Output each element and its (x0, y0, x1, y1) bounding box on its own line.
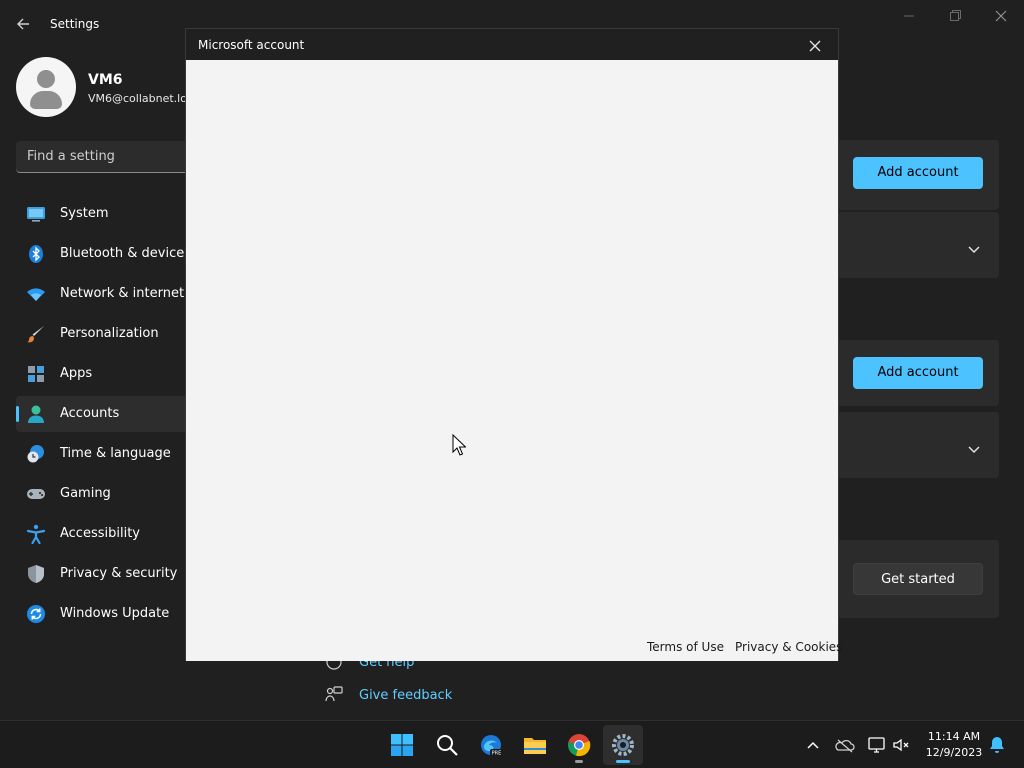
restore-icon[interactable] (943, 8, 967, 26)
clock-date: 12/9/2023 (925, 746, 983, 759)
sidebar-item-system[interactable]: System (16, 196, 196, 232)
sidebar-item-time-language[interactable]: Time & language (16, 436, 196, 472)
mouse-cursor-icon (452, 433, 467, 456)
notification-bell-icon[interactable] (987, 735, 1007, 755)
privacy-cookies-link[interactable]: Privacy & Cookies (735, 640, 842, 654)
sidebar-item-label: Time & language (60, 446, 171, 461)
sidebar-item-label: Apps (60, 366, 93, 381)
shield-icon (26, 564, 46, 584)
microsoft-account-dialog: Microsoft account Terms of Use Privacy &… (185, 28, 842, 661)
sidebar-item-bluetooth[interactable]: Bluetooth & devices (16, 236, 196, 272)
get-started-button[interactable]: Get started (853, 563, 983, 595)
clock-time: 11:14 AM (927, 730, 981, 743)
sidebar-item-personalization[interactable]: Personalization (16, 316, 196, 352)
sidebar-item-label: System (60, 206, 109, 221)
app-title: Settings (50, 17, 100, 31)
edge-beta-icon: PRE (481, 735, 503, 757)
pre-badge-icon: PRE (492, 751, 502, 757)
terms-of-use-link[interactable]: Terms of Use (647, 640, 724, 654)
sidebar-item-label: Gaming (60, 486, 111, 501)
taskbar-settings[interactable] (603, 725, 643, 765)
dialog-content (186, 60, 838, 661)
chevron-up-icon[interactable] (803, 735, 823, 755)
chevron-down-icon[interactable] (967, 440, 981, 454)
give-feedback-link[interactable]: Give feedback (359, 688, 452, 703)
volume-muted-icon[interactable] (891, 735, 911, 755)
sidebar-item-label: Privacy & security (60, 566, 178, 581)
settings-gear-icon (612, 734, 634, 756)
minimize-icon[interactable] (897, 8, 921, 26)
taskbar-file-explorer[interactable] (515, 725, 555, 765)
user-email: VM6@collabnet.lo (88, 92, 187, 105)
sidebar-item-privacy[interactable]: Privacy & security (16, 556, 196, 592)
apps-icon (26, 364, 46, 384)
start-button[interactable] (382, 725, 422, 765)
sidebar-item-label: Personalization (60, 326, 159, 341)
close-window-icon[interactable] (989, 8, 1013, 26)
sidebar-item-label: Accounts (60, 406, 120, 421)
search-icon (437, 735, 458, 756)
onedrive-icon[interactable] (835, 735, 855, 755)
sidebar-item-label: Network & internet (60, 286, 185, 301)
user-name: VM6 (88, 72, 123, 88)
add-account-button[interactable]: Add account (853, 157, 983, 189)
taskbar-edge-beta[interactable]: PRE (471, 725, 511, 765)
search-placeholder: Find a setting (27, 149, 115, 164)
running-indicator (575, 760, 583, 763)
accounts-icon (26, 404, 46, 424)
sidebar-item-label: Bluetooth & devices (60, 246, 191, 261)
sidebar-item-label: Windows Update (60, 606, 170, 621)
active-indicator (16, 406, 19, 422)
bluetooth-icon (26, 244, 46, 264)
accessibility-icon (26, 524, 46, 545)
network-monitor-icon[interactable] (867, 735, 887, 755)
update-icon (26, 604, 46, 624)
feedback-icon (325, 686, 343, 704)
taskbar-clock[interactable]: 11:14 AM 12/9/2023 (918, 729, 990, 761)
chevron-down-icon[interactable] (967, 240, 981, 254)
brush-icon (26, 324, 46, 344)
dialog-title: Microsoft account (198, 38, 305, 52)
taskbar-chrome[interactable] (559, 725, 599, 765)
gamepad-icon (26, 484, 46, 504)
sidebar-item-accounts[interactable]: Accounts (16, 396, 196, 432)
avatar-head-icon (37, 70, 55, 88)
sidebar-item-windows-update[interactable]: Windows Update (16, 596, 196, 632)
sidebar-item-label: Accessibility (60, 526, 140, 541)
sidebar-item-network[interactable]: Network & internet (16, 276, 196, 312)
avatar-body-icon (30, 91, 62, 109)
sidebar-item-gaming[interactable]: Gaming (16, 476, 196, 512)
windows-start-icon (391, 734, 413, 756)
close-icon[interactable] (806, 37, 824, 55)
wifi-icon (26, 284, 46, 304)
active-indicator (616, 760, 630, 763)
sidebar-item-accessibility[interactable]: Accessibility (16, 516, 196, 552)
sidebar-item-apps[interactable]: Apps (16, 356, 196, 392)
back-arrow-icon[interactable] (14, 14, 34, 34)
clock-globe-icon (26, 444, 46, 464)
add-account-button-2[interactable]: Add account (853, 357, 983, 389)
chrome-icon (568, 734, 591, 757)
taskbar: PRE 11:14 AM 12/9/2023 (0, 720, 1024, 768)
taskbar-search-button[interactable] (427, 725, 467, 765)
system-icon (26, 204, 46, 224)
avatar[interactable] (16, 57, 76, 117)
file-explorer-icon (524, 738, 546, 754)
